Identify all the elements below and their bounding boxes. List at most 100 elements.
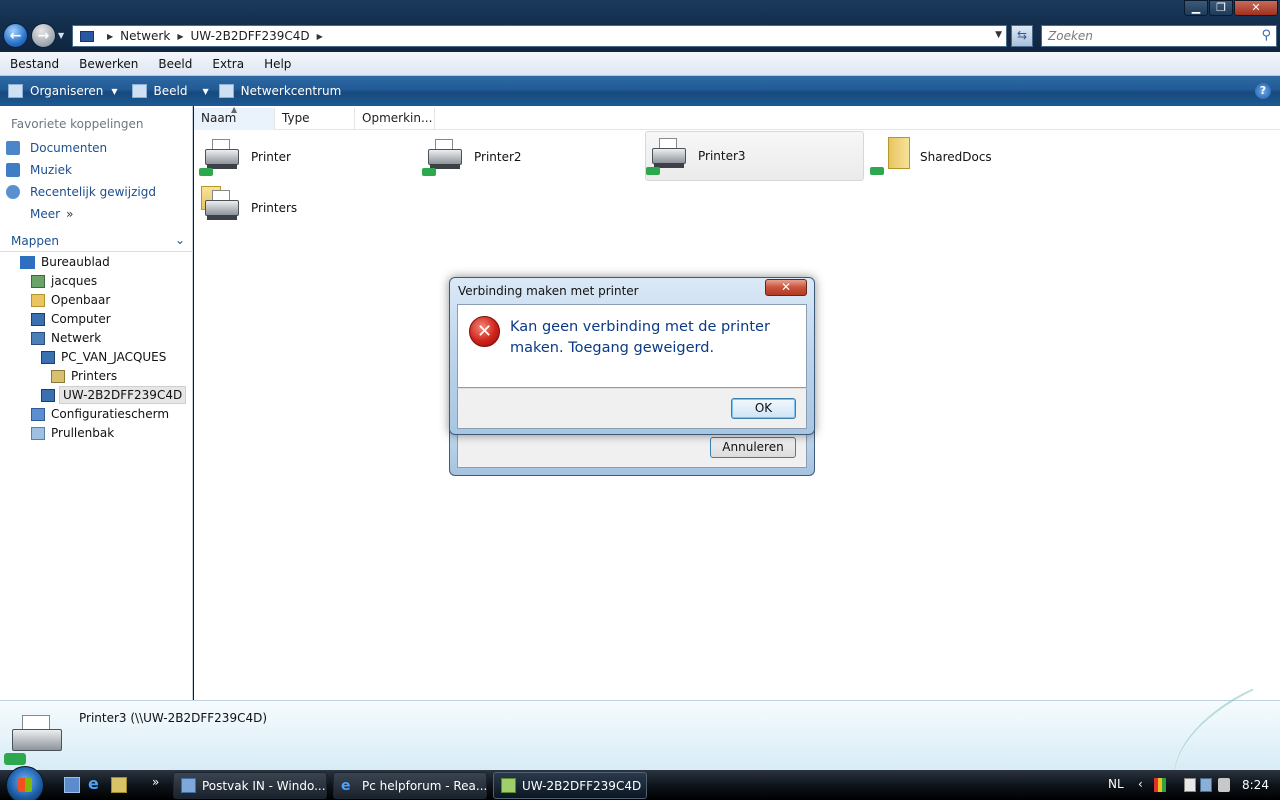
item-printer[interactable]: Printer: [199, 133, 417, 181]
folders-heading: Mappen: [11, 233, 59, 248]
favorite-recent[interactable]: Recentelijk gewijzigd: [6, 185, 156, 199]
favorite-label: Recentelijk gewijzigd: [30, 185, 156, 199]
recycle-bin-icon: [31, 426, 45, 440]
network-status-icon[interactable]: [1200, 778, 1212, 792]
item-shareddocs[interactable]: SharedDocs: [868, 133, 1086, 181]
ok-button[interactable]: OK: [731, 398, 796, 419]
view-label: Beeld: [153, 84, 188, 98]
breadcrumb-netwerk[interactable]: Netwerk: [120, 29, 170, 43]
show-desktop-icon[interactable]: [64, 777, 80, 793]
printers-folder-icon: [51, 369, 65, 383]
computer-icon: [41, 350, 55, 364]
language-indicator[interactable]: NL: [1108, 777, 1124, 791]
dialog-footer: OK: [457, 388, 807, 429]
item-printers[interactable]: Printers: [199, 184, 417, 232]
taskbar-button-explorer[interactable]: UW-2B2DFF239C4D: [493, 772, 647, 799]
breadcrumb-separator-icon[interactable]: ▶: [177, 32, 183, 41]
taskbar-button-browser[interactable]: e Pc helpforum - Rea...: [333, 772, 487, 799]
tree-item-pc-van-jacques[interactable]: PC_VAN_JACQUES: [41, 348, 166, 366]
tray-expand-icon[interactable]: ‹: [1138, 777, 1143, 791]
search-icon[interactable]: ⚲: [1261, 28, 1271, 43]
chevron-down-icon: ▼: [111, 86, 118, 96]
dialog-message-line: Kan geen verbinding met de printer: [510, 319, 770, 335]
quicklaunch-more-icon[interactable]: »: [152, 775, 159, 789]
tree-item-recycle-bin[interactable]: Prullenbak: [31, 424, 114, 442]
back-button[interactable]: ←: [3, 23, 28, 48]
error-icon: ✕: [469, 316, 500, 347]
view-icon: [131, 84, 147, 98]
chevron-down-icon: ▼: [202, 86, 209, 96]
tray-app-icon[interactable]: [1154, 778, 1166, 792]
tray-device-icon[interactable]: [1184, 778, 1196, 792]
printers-folder-icon: [199, 186, 243, 230]
column-type[interactable]: Type: [275, 108, 355, 130]
column-name[interactable]: ▲ Naam: [194, 105, 275, 130]
menu-extra[interactable]: Extra: [202, 57, 254, 71]
chevron-down-icon: ⌄: [174, 233, 185, 247]
dialog-close-button[interactable]: ✕: [765, 279, 807, 296]
favorite-label: Muziek: [30, 163, 72, 177]
refresh-button[interactable]: ⇆: [1011, 25, 1033, 47]
item-printer3[interactable]: Printer3: [645, 131, 864, 181]
close-button[interactable]: ✕: [1234, 0, 1278, 16]
column-comment[interactable]: Opmerkin...: [355, 108, 435, 130]
double-chevron-right-icon: »: [66, 207, 74, 221]
tree-item-network[interactable]: Netwerk: [31, 329, 101, 347]
network-printer-icon: [4, 709, 66, 769]
search-input[interactable]: Zoeken ⚲: [1041, 25, 1277, 47]
favorites-heading: Favoriete koppelingen: [11, 117, 144, 131]
menu-help[interactable]: Help: [254, 57, 301, 71]
volume-icon[interactable]: [1218, 778, 1230, 792]
shared-folder-icon: [868, 135, 912, 179]
favorite-muziek[interactable]: Muziek: [6, 163, 72, 177]
address-bar[interactable]: ▶ Netwerk ▶ UW-2B2DFF239C4D ▶ ▼: [72, 25, 1007, 47]
title-bar: ▁ ❐ ✕ ← → ▼ ▶ Netwerk ▶ UW-2B2DFF239C4D …: [0, 0, 1280, 52]
details-item-name: Printer3 (\\UW-2B2DFF239C4D): [79, 711, 268, 725]
taskbar-button-mail[interactable]: Postvak IN - Windo...: [173, 772, 327, 799]
network-center-button[interactable]: Netwerkcentrum: [218, 84, 350, 98]
details-pane: Printer3 (\\UW-2B2DFF239C4D): [0, 688, 1280, 788]
breadcrumb-computer[interactable]: UW-2B2DFF239C4D: [190, 29, 309, 43]
internet-explorer-icon[interactable]: e: [88, 774, 104, 793]
sort-ascending-icon: ▲: [231, 105, 238, 114]
item-printer2[interactable]: Printer2: [422, 133, 640, 181]
organize-button[interactable]: Organiseren ▼: [8, 84, 126, 98]
help-icon[interactable]: ?: [1255, 83, 1271, 99]
view-button[interactable]: Beeld ▼: [131, 84, 217, 98]
dialog-body: ✕ Kan geen verbinding met de printer mak…: [457, 304, 807, 388]
menu-bar: Bestand Bewerken Beeld Extra Help: [0, 52, 1280, 76]
menu-bewerken[interactable]: Bewerken: [69, 57, 148, 71]
breadcrumb-separator-icon[interactable]: ▶: [107, 32, 113, 41]
history-dropdown-icon[interactable]: ▼: [58, 31, 64, 40]
menu-beeld[interactable]: Beeld: [148, 57, 202, 71]
minimize-button[interactable]: ▁: [1184, 0, 1208, 16]
favorite-label: Documenten: [30, 141, 108, 155]
address-dropdown-icon[interactable]: ▼: [995, 30, 1002, 40]
maximize-button[interactable]: ❐: [1209, 0, 1233, 16]
explorer-icon[interactable]: [111, 777, 127, 793]
tree-item-uw-2b2dff239c4d[interactable]: UW-2B2DFF239C4D: [41, 386, 187, 404]
network-printer-icon: [422, 135, 466, 179]
item-label: SharedDocs: [920, 150, 992, 164]
item-label: Printer: [251, 150, 291, 164]
tree-item-printers[interactable]: Printers: [51, 367, 117, 385]
favorite-documenten[interactable]: Documenten: [6, 141, 107, 155]
tree-item-public[interactable]: Openbaar: [31, 291, 110, 309]
recent-icon: [6, 185, 20, 199]
start-button[interactable]: [6, 766, 44, 800]
navigation-pane: Favoriete koppelingen Documenten Muziek …: [0, 106, 193, 700]
menu-bestand[interactable]: Bestand: [0, 57, 69, 71]
clock[interactable]: 8:24: [1242, 778, 1269, 792]
tree-item-desktop[interactable]: Bureaublad: [20, 253, 110, 271]
command-bar: Organiseren ▼ Beeld ▼ Netwerkcentrum ?: [0, 76, 1280, 106]
favorite-more[interactable]: Meer »: [30, 207, 73, 221]
folders-header[interactable]: Mappen ⌄: [0, 230, 193, 252]
dialog-message-line: maken. Toegang geweigerd.: [510, 340, 715, 356]
cancel-button[interactable]: Annuleren: [710, 437, 796, 458]
breadcrumb-separator-icon[interactable]: ▶: [317, 32, 323, 41]
tree-item-control-panel[interactable]: Configuratiescherm: [31, 405, 169, 423]
forward-button[interactable]: →: [31, 23, 56, 48]
network-printer-icon: [646, 134, 690, 178]
tree-item-user[interactable]: jacques: [31, 272, 97, 290]
tree-item-computer[interactable]: Computer: [31, 310, 111, 328]
